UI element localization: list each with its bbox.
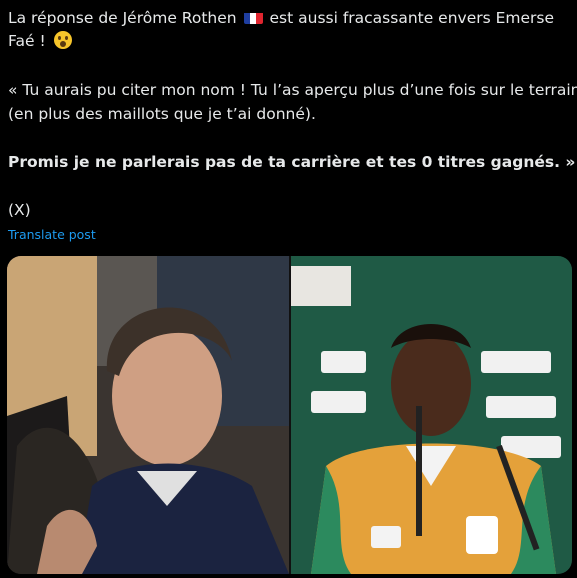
post-text-line-2: Faé !: [8, 31, 72, 52]
post-source: (X): [8, 201, 31, 219]
post-text-line-1: La réponse de Jérôme Rothen est aussi fr…: [8, 8, 554, 29]
media-photo-left[interactable]: [7, 256, 289, 574]
post-text-part: Promis je ne parlerais pas de ta carrièr…: [8, 153, 576, 171]
post-quote-line-2: (en plus des maillots que je t’ai donné)…: [8, 105, 316, 123]
post-text-part: La réponse de Jérôme Rothen: [8, 9, 237, 27]
post-media-grid[interactable]: [7, 256, 572, 574]
tweet-post: La réponse de Jérôme Rothen est aussi fr…: [0, 0, 577, 578]
post-text-part: est aussi fracassante envers Emerse: [269, 9, 555, 27]
translate-post-link[interactable]: Translate post: [8, 227, 96, 242]
post-quote-line-3: Promis je ne parlerais pas de ta carrièr…: [8, 152, 577, 173]
media-photo-right[interactable]: [291, 256, 572, 574]
post-text-part: Faé !: [8, 32, 46, 50]
post-quote-line-1: « Tu aurais pu citer mon nom ! Tu l’as a…: [8, 81, 577, 99]
france-flag-icon: [243, 11, 263, 24]
hushed-face-icon: [53, 31, 72, 49]
